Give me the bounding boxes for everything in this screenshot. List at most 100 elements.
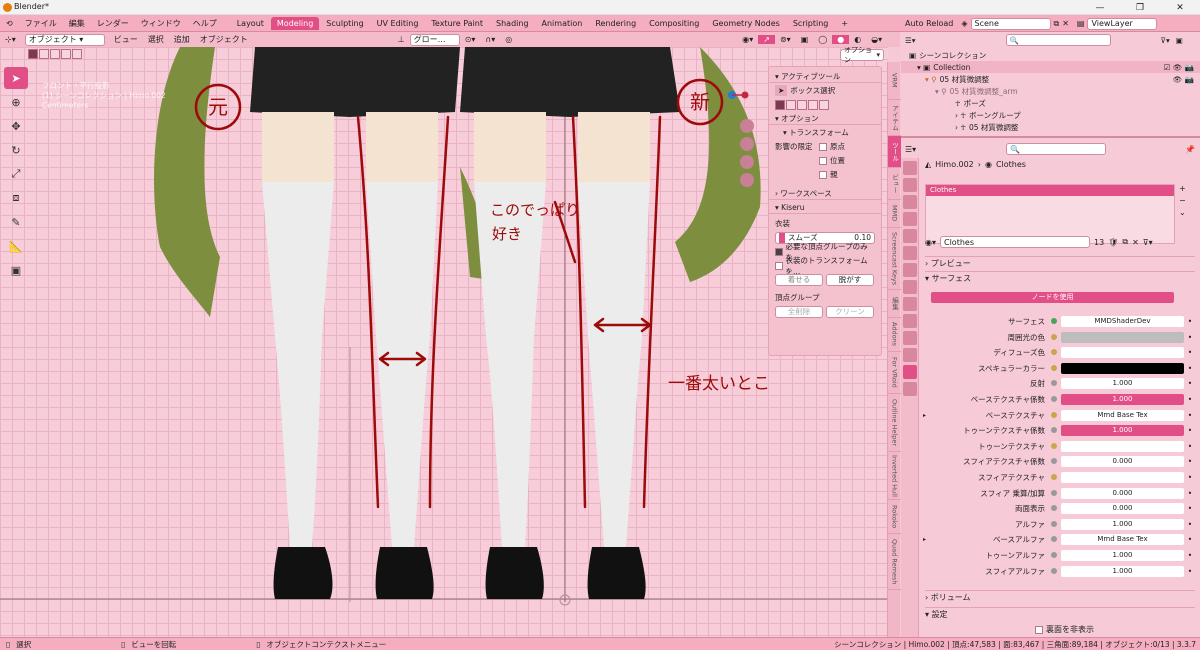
outliner-row-pose[interactable]: ポーズ (964, 98, 986, 109)
property-value-field[interactable]: 0.000 (1061, 455, 1184, 467)
socket-icon[interactable] (1051, 318, 1057, 324)
outliner-row-arm[interactable]: 05 材質微調整_arm (950, 86, 1018, 97)
keyframe-icon[interactable]: • (1187, 504, 1193, 513)
camera-icon[interactable] (740, 155, 754, 169)
transform-orientation-icon[interactable]: ⊥ (393, 35, 410, 44)
transform-tool-icon[interactable]: ⧈ (4, 187, 28, 209)
property-value-field[interactable] (1061, 331, 1184, 343)
menu-add[interactable]: 追加 (169, 34, 195, 45)
tab-view[interactable]: ビュー (888, 168, 901, 200)
property-value-field[interactable]: 1.000 (1061, 393, 1184, 405)
breadcrumb-material[interactable]: Clothes (996, 160, 1026, 169)
blender-menu-icon[interactable]: ⟲ (0, 19, 19, 28)
fake-user-icon[interactable]: 🛡 (1108, 238, 1118, 247)
tab-rendering[interactable]: Rendering (589, 17, 642, 30)
tab-shading[interactable]: Shading (490, 17, 535, 30)
workspace-header[interactable]: ワークスペース (780, 188, 831, 199)
data-properties-icon[interactable] (903, 348, 917, 362)
tab-outline-helper[interactable]: Outline Helper (888, 394, 901, 452)
tab-tool[interactable]: ツール (888, 136, 901, 168)
property-value-field[interactable] (1061, 440, 1184, 452)
output-properties-icon[interactable] (903, 195, 917, 209)
tab-edit[interactable]: 編集 (888, 290, 901, 318)
shading-material-icon[interactable]: ◐ (849, 35, 866, 44)
material-filter-icon[interactable]: ⊽▾ (1143, 238, 1153, 247)
tab-item[interactable]: アイテム (888, 100, 901, 136)
outliner-search-input[interactable]: 🔍 (1005, 34, 1111, 46)
view-object-types-icon[interactable]: ◉▾ (737, 35, 758, 44)
remove-slot-icon[interactable]: − (1179, 196, 1186, 205)
keyframe-icon[interactable]: • (1187, 426, 1193, 435)
socket-icon[interactable] (1051, 349, 1057, 355)
tab-screencast-keys[interactable]: Screencast Keys (888, 228, 901, 290)
socket-icon[interactable] (1051, 568, 1057, 574)
tab-geometry-nodes[interactable]: Geometry Nodes (706, 17, 785, 30)
property-value-field[interactable] (1061, 362, 1184, 374)
mode-selector[interactable]: オブジェクト ▾ (24, 33, 105, 46)
property-value-field[interactable]: 1.000 (1061, 549, 1184, 561)
add-cube-tool-icon[interactable]: ▣ (4, 259, 28, 281)
volume-panel-header[interactable]: ボリューム (931, 592, 971, 603)
socket-icon[interactable] (1051, 474, 1057, 480)
scene-selector[interactable]: Scene (970, 17, 1051, 30)
tab-inverted-hull[interactable]: Inverted Hull (888, 452, 901, 500)
tool-properties-icon[interactable] (903, 161, 917, 175)
tab-texture-paint[interactable]: Texture Paint (425, 17, 489, 30)
move-tool-icon[interactable]: ✥ (4, 115, 28, 137)
tab-layout[interactable]: Layout (231, 17, 270, 30)
outliner-row-bone-group[interactable]: ボーングループ (969, 110, 1021, 121)
socket-icon[interactable] (1051, 458, 1057, 464)
keyframe-icon[interactable]: • (1187, 379, 1193, 388)
pivot-icon[interactable]: ⊙▾ (460, 35, 481, 44)
breadcrumb-object[interactable]: Himo.002 (935, 160, 974, 169)
socket-icon[interactable] (1051, 552, 1057, 558)
menu-select[interactable]: 選択 (143, 34, 169, 45)
keyframe-icon[interactable]: • (1187, 520, 1193, 529)
keyframe-icon[interactable]: • (1187, 333, 1193, 342)
tab-vrm[interactable]: VRM (888, 62, 901, 100)
duplicate-material-icon[interactable]: ⧉ (1122, 237, 1128, 247)
tab-mmd[interactable]: MMD (888, 200, 901, 228)
keyframe-icon[interactable]: • (1187, 364, 1193, 373)
pan-icon[interactable] (740, 137, 754, 151)
keyframe-icon[interactable]: • (1187, 535, 1193, 544)
properties-editor-icon[interactable]: ☰▾ (905, 145, 916, 154)
hide-backface-checkbox[interactable] (1035, 625, 1043, 634)
add-slot-icon[interactable]: + (1179, 184, 1186, 193)
add-workspace-button[interactable]: + (835, 17, 854, 30)
property-value-field[interactable]: 1.000 (1061, 377, 1184, 389)
material-properties-icon[interactable] (903, 365, 917, 379)
socket-icon[interactable] (1051, 536, 1057, 542)
socket-icon[interactable] (1051, 380, 1057, 386)
kiseru-header[interactable]: Kiseru (781, 203, 804, 212)
tab-addons[interactable]: Addons (888, 318, 901, 352)
origin-checkbox[interactable] (819, 142, 827, 151)
tab-sculpting[interactable]: Sculpting (320, 17, 369, 30)
editor-type-icon[interactable]: ⊹▾ (0, 35, 21, 44)
scene-properties-icon[interactable] (903, 229, 917, 243)
gizmo-icon[interactable]: ↗ (758, 35, 775, 44)
filter-icon[interactable]: ⊽▾ (1161, 36, 1170, 45)
transform-subheader[interactable]: トランスフォーム (789, 127, 849, 138)
socket-icon[interactable] (1051, 334, 1057, 340)
outliner-editor-icon[interactable]: ☰▾ (905, 36, 916, 45)
undress-button[interactable]: 脱がす (826, 273, 874, 286)
particle-properties-icon[interactable] (903, 297, 917, 311)
shading-solid-icon[interactable]: ● (832, 35, 850, 44)
new-collection-icon[interactable]: ▣ (1176, 36, 1183, 45)
rotate-tool-icon[interactable]: ↻ (4, 139, 28, 161)
keyframe-icon[interactable]: • (1187, 457, 1193, 466)
tab-modeling[interactable]: Modeling (270, 16, 320, 30)
proportional-edit-icon[interactable]: ◎ (500, 35, 517, 44)
expand-icon[interactable]: ▸ (923, 536, 931, 543)
socket-icon[interactable] (1051, 490, 1057, 496)
material-slot-row[interactable]: Clothes (926, 185, 1174, 196)
tab-compositing[interactable]: Compositing (643, 17, 705, 30)
keyframe-icon[interactable]: • (1187, 411, 1193, 420)
tab-scripting[interactable]: Scripting (787, 17, 835, 30)
property-value-field[interactable]: 1.000 (1061, 565, 1184, 577)
snap-icon[interactable]: ∩▾ (480, 35, 500, 44)
zoom-icon[interactable] (740, 119, 754, 133)
outliner-row-material-adjust[interactable]: 05 材質微調整 (969, 122, 1018, 133)
box-select-icon[interactable]: ➤ (775, 85, 788, 96)
